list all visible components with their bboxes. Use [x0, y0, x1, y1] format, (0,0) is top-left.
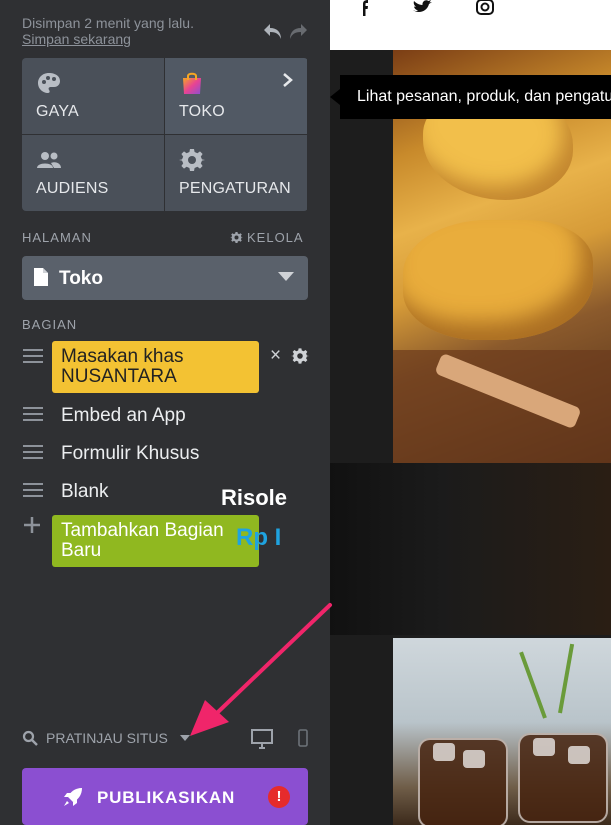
editor-window: Disimpan 2 menit yang lalu. Simpan sekar… [0, 0, 611, 825]
annotation-arrow-icon [190, 603, 332, 736]
